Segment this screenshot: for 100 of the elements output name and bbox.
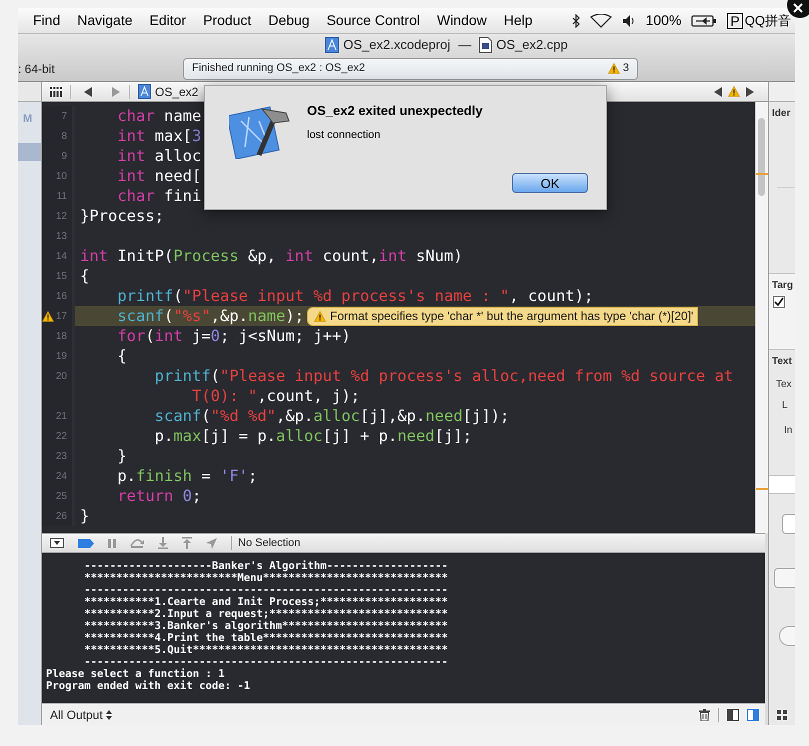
dialog-title: OS_ex2 exited unexpectedly — [307, 102, 484, 120]
field-label: In — [783, 424, 794, 438]
scroll-thumb[interactable] — [758, 118, 765, 196]
grid-icon[interactable] — [777, 710, 787, 720]
step-over-icon[interactable] — [130, 538, 144, 548]
code-line: char fini — [116, 186, 202, 206]
console-line: --------------------------------------------------------- — [83, 584, 449, 596]
line-number: 8 — [61, 130, 67, 144]
console-line: ***********3.Banker's algorithm************************** — [83, 620, 449, 632]
line-number: 18 — [56, 330, 67, 344]
console-line: ***********1.Cearte and Init Process;******************** — [83, 596, 449, 608]
warning-text: Format specifies type 'char *' but the argument has type 'char (*)[20]' — [330, 308, 694, 325]
input-method-label[interactable]: QQ拼音 — [744, 10, 791, 30]
breakpoint-icon[interactable] — [78, 538, 94, 548]
code-line: char name — [116, 106, 202, 126]
window-title: OS_ex2.cpp — [496, 36, 568, 54]
trash-icon[interactable] — [699, 708, 710, 720]
back-arrow-icon[interactable] — [83, 86, 93, 96]
grid-icon[interactable] — [50, 86, 62, 96]
line-number: 26 — [56, 510, 67, 524]
section-heading: Targ — [771, 279, 794, 293]
code-line: int InitP(Process &p, int count,int sNum) — [80, 246, 463, 266]
navigator-label: M — [23, 112, 34, 127]
step-out-icon[interactable] — [182, 537, 192, 549]
warning-icon — [42, 310, 54, 322]
code-line: int need[ — [116, 166, 202, 186]
line-number: 14 — [56, 250, 67, 264]
inspector-control[interactable] — [774, 568, 795, 588]
menu-item[interactable]: Debug — [268, 10, 310, 31]
console-line: ***********2.Input a request;**************************** — [83, 608, 449, 620]
window-title: OS_ex2.xcodeproj — [343, 36, 450, 54]
code-line: T(0): ",count, j); — [192, 386, 360, 406]
menu-item[interactable]: Window — [436, 10, 487, 31]
ok-button[interactable]: OK — [512, 173, 588, 193]
warning-count[interactable]: 3 — [622, 60, 629, 77]
code-line: int alloc — [116, 146, 202, 166]
line-number: 13 — [56, 230, 67, 244]
line-number: 24 — [56, 470, 67, 484]
pause-icon[interactable] — [108, 538, 116, 548]
input-method-key[interactable]: P — [727, 12, 743, 28]
menu-item[interactable]: Navigate — [77, 10, 132, 31]
menu-item[interactable]: Source Control — [326, 10, 420, 31]
line-number: 25 — [56, 490, 67, 504]
line-number: 15 — [56, 270, 67, 284]
title-separator: — — [458, 36, 472, 54]
inspector-control[interactable] — [782, 514, 795, 534]
console-line: ***********4.Print the table***************************** — [83, 632, 449, 644]
code-line: scanf("%s",&p.name); — [116, 306, 304, 326]
code-line: return 0; — [116, 486, 202, 506]
warning-icon — [314, 310, 326, 322]
location-arrow-icon[interactable] — [206, 538, 217, 548]
code-line: { — [116, 346, 127, 366]
warning-message[interactable]: Format specifies type 'char *' but the argument has type 'char (*)[20]' — [307, 306, 698, 326]
wifi-icon — [590, 14, 612, 28]
line-number: 23 — [56, 450, 67, 464]
status-text: Finished running OS_ex2 : OS_ex2 — [192, 61, 366, 76]
line-number: 20 — [56, 370, 67, 384]
warning-icon[interactable] — [728, 86, 740, 97]
inspector-field — [769, 476, 795, 494]
variables-scope-label: No Selection — [238, 536, 300, 551]
menu-item[interactable]: Find — [33, 10, 60, 31]
code-line: { — [80, 266, 90, 286]
code-line: for(int j=0; j<sNum; j++) — [116, 326, 351, 346]
breadcrumb-item[interactable]: OS_ex2 — [155, 82, 198, 100]
output-filter-dropdown[interactable]: All Output — [50, 706, 112, 724]
right-pane-icon[interactable] — [747, 708, 759, 720]
battery-percent: 100% — [646, 11, 682, 30]
line-number: 11 — [56, 190, 67, 204]
issue-marker — [756, 173, 768, 175]
checkmark-icon — [774, 297, 784, 307]
console-line: ***********5.Quit**************************************** — [83, 644, 449, 656]
line-number: 22 — [56, 430, 67, 444]
code-line: scanf("%d %d",&p.alloc[j],&p.need[j]); — [154, 406, 510, 426]
inspector-control[interactable] — [779, 626, 795, 646]
console-line: Please select a function : 1 — [46, 668, 226, 680]
forward-arrow-icon[interactable] — [111, 86, 121, 96]
step-into-icon[interactable] — [158, 537, 168, 549]
issue-marker — [756, 488, 768, 490]
scheme-target[interactable]: : 64-bit — [18, 60, 183, 78]
previous-issue-icon[interactable] — [714, 86, 722, 96]
up-down-caret-icon — [106, 710, 112, 720]
field-label: L — [781, 399, 789, 413]
target-checkbox[interactable] — [773, 296, 785, 308]
line-number: 17 — [56, 310, 67, 324]
console-line: --------------------------------------------------------- — [83, 656, 449, 668]
line-number: 10 — [56, 170, 67, 184]
menu-item[interactable]: Help — [504, 10, 533, 31]
scroll-bar[interactable] — [755, 102, 768, 533]
menu-item[interactable]: Editor — [150, 10, 186, 31]
console-line: ************************Menu***************************** — [83, 572, 449, 584]
next-issue-icon[interactable] — [746, 86, 754, 96]
menu-item[interactable]: Product — [203, 10, 252, 31]
project-file-icon — [138, 84, 151, 99]
warning-icon — [608, 63, 620, 74]
battery-icon — [691, 14, 718, 28]
line-number: 21 — [56, 410, 67, 424]
bluetooth-icon — [572, 14, 580, 28]
left-pane-icon[interactable] — [727, 708, 739, 720]
code-line: } — [116, 446, 127, 466]
hide-console-icon[interactable] — [50, 538, 64, 548]
